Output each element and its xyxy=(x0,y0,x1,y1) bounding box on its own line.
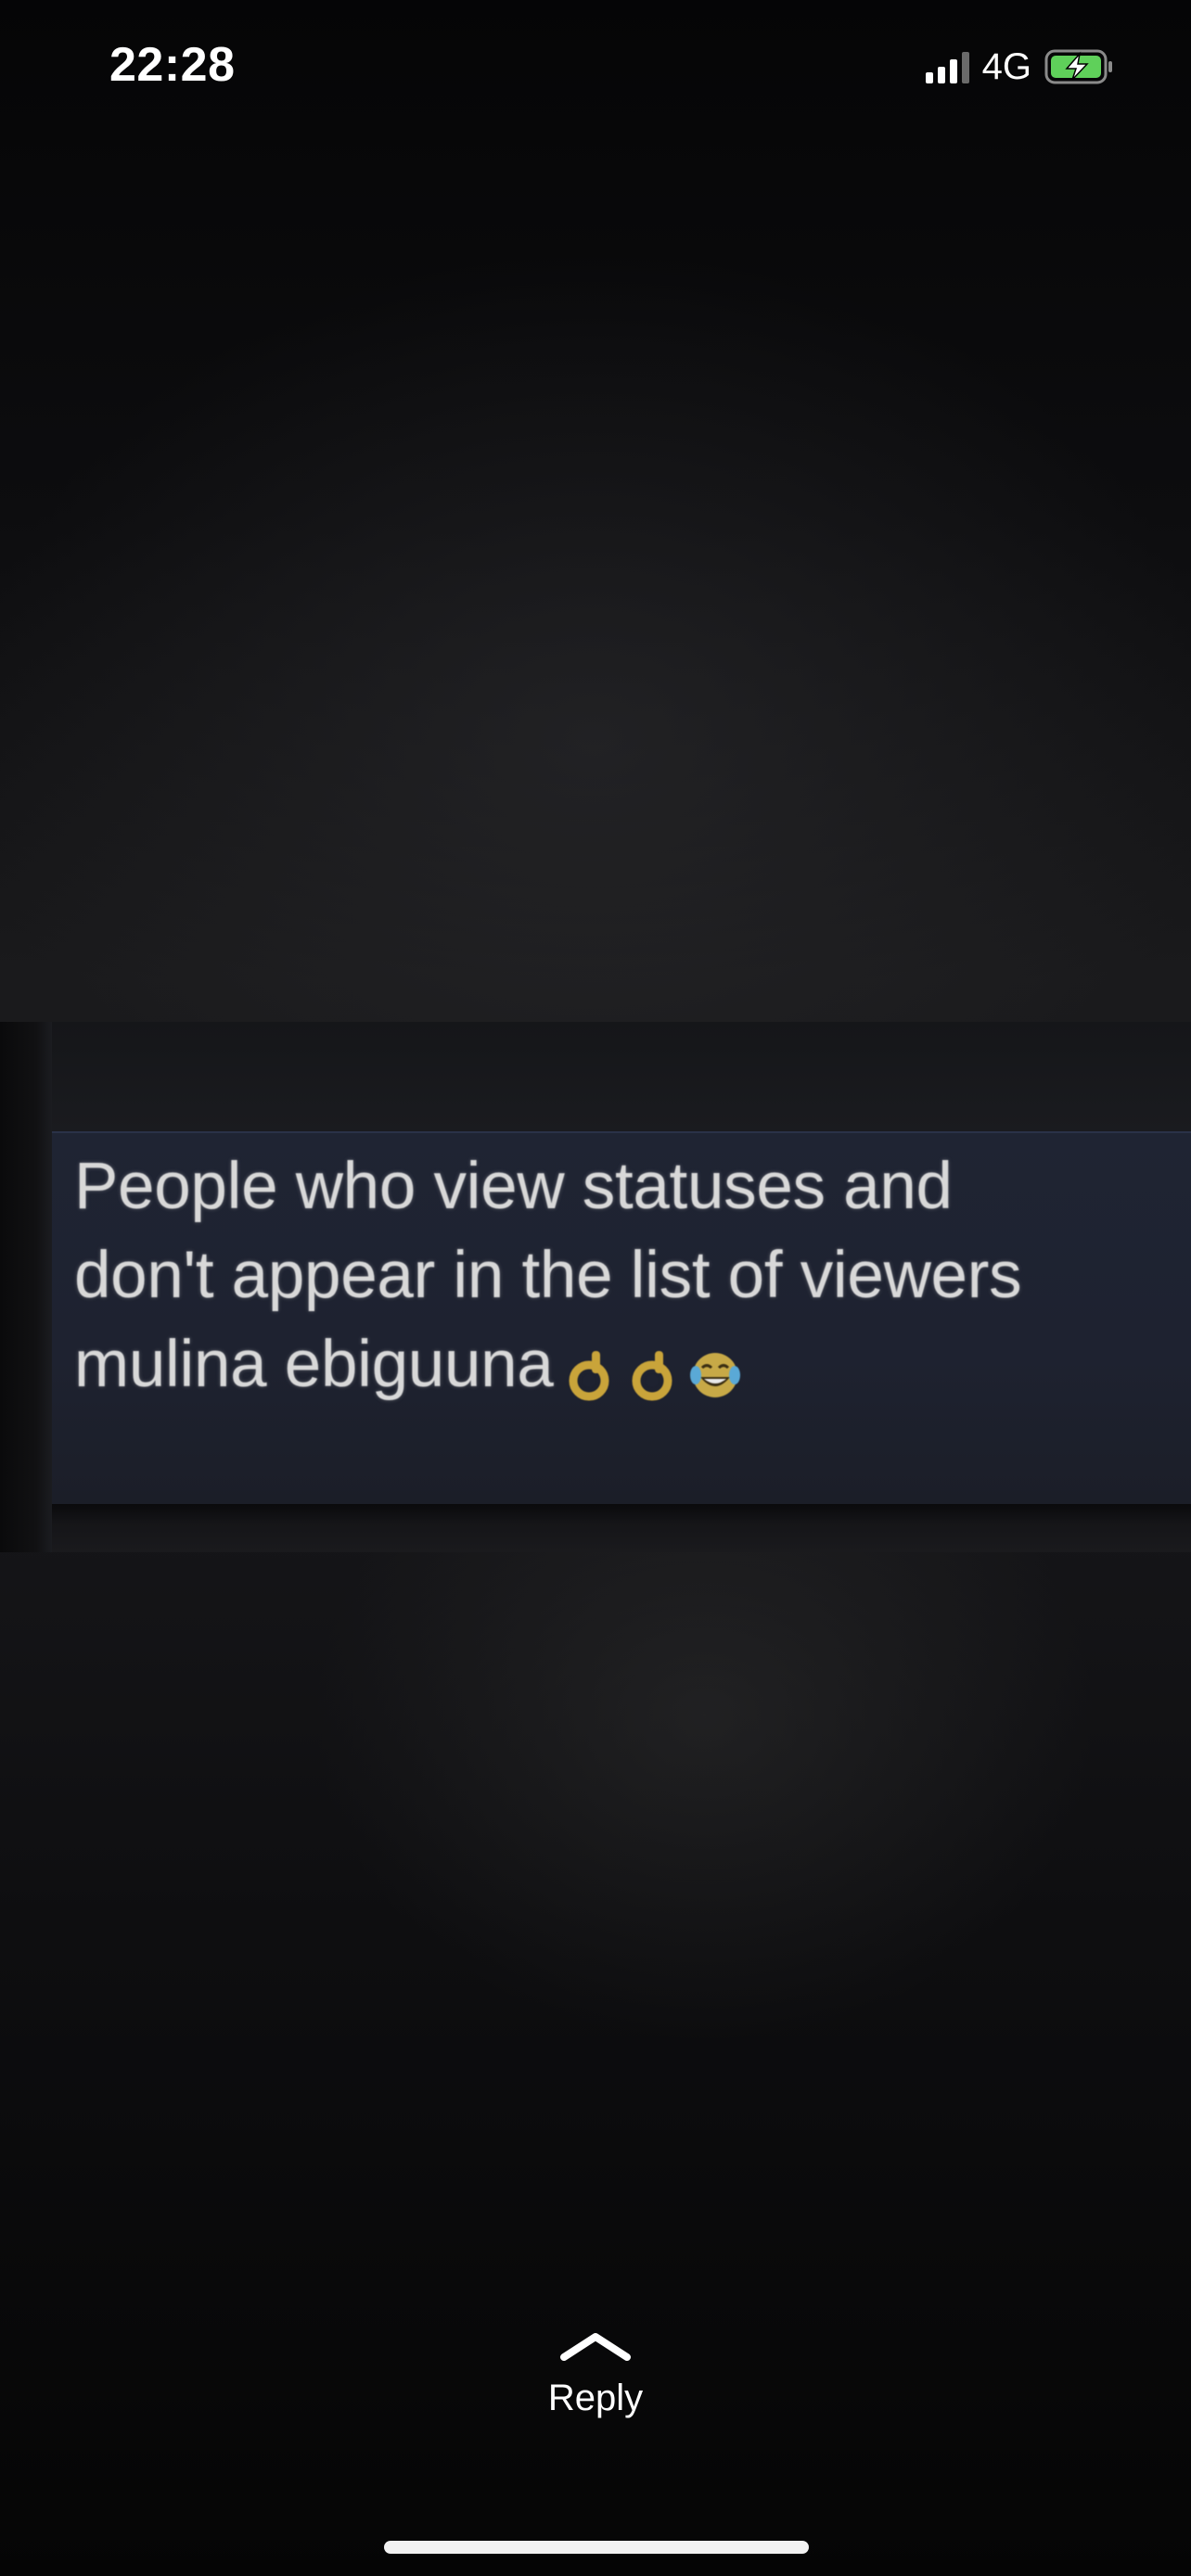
status-caption: People who view statuses and don't appea… xyxy=(74,1142,1169,1409)
home-indicator[interactable] xyxy=(384,2541,809,2554)
caption-line-3-text: mulina ebiguuna xyxy=(74,1328,554,1401)
reply-button[interactable]: Reply xyxy=(503,2329,688,2441)
ok-hand-icon xyxy=(624,1337,680,1401)
image-bottom-strip xyxy=(52,1504,1191,1552)
caption-line-1: People who view statuses and xyxy=(74,1150,953,1223)
tears-of-joy-icon xyxy=(687,1337,743,1398)
status-indicators: 4G xyxy=(925,45,1115,89)
caption-line-3: mulina ebiguuna xyxy=(74,1320,1169,1409)
battery-charging-icon xyxy=(1044,48,1115,85)
image-top-strip xyxy=(52,1022,1191,1133)
status-time: 22:28 xyxy=(109,38,236,92)
chevron-up-icon xyxy=(560,2333,631,2361)
caption-line-2: don't appear in the list of viewers xyxy=(74,1239,1022,1312)
status-viewer-screen: 22:28 4G People who view statuses and do… xyxy=(0,0,1191,2576)
image-left-edge xyxy=(0,1022,52,1552)
status-bar: 22:28 4G xyxy=(0,0,1191,139)
cellular-signal-icon xyxy=(925,50,969,83)
network-type-label: 4G xyxy=(981,45,1031,87)
ok-hand-icon xyxy=(561,1337,617,1401)
reply-label: Reply xyxy=(547,2378,644,2418)
